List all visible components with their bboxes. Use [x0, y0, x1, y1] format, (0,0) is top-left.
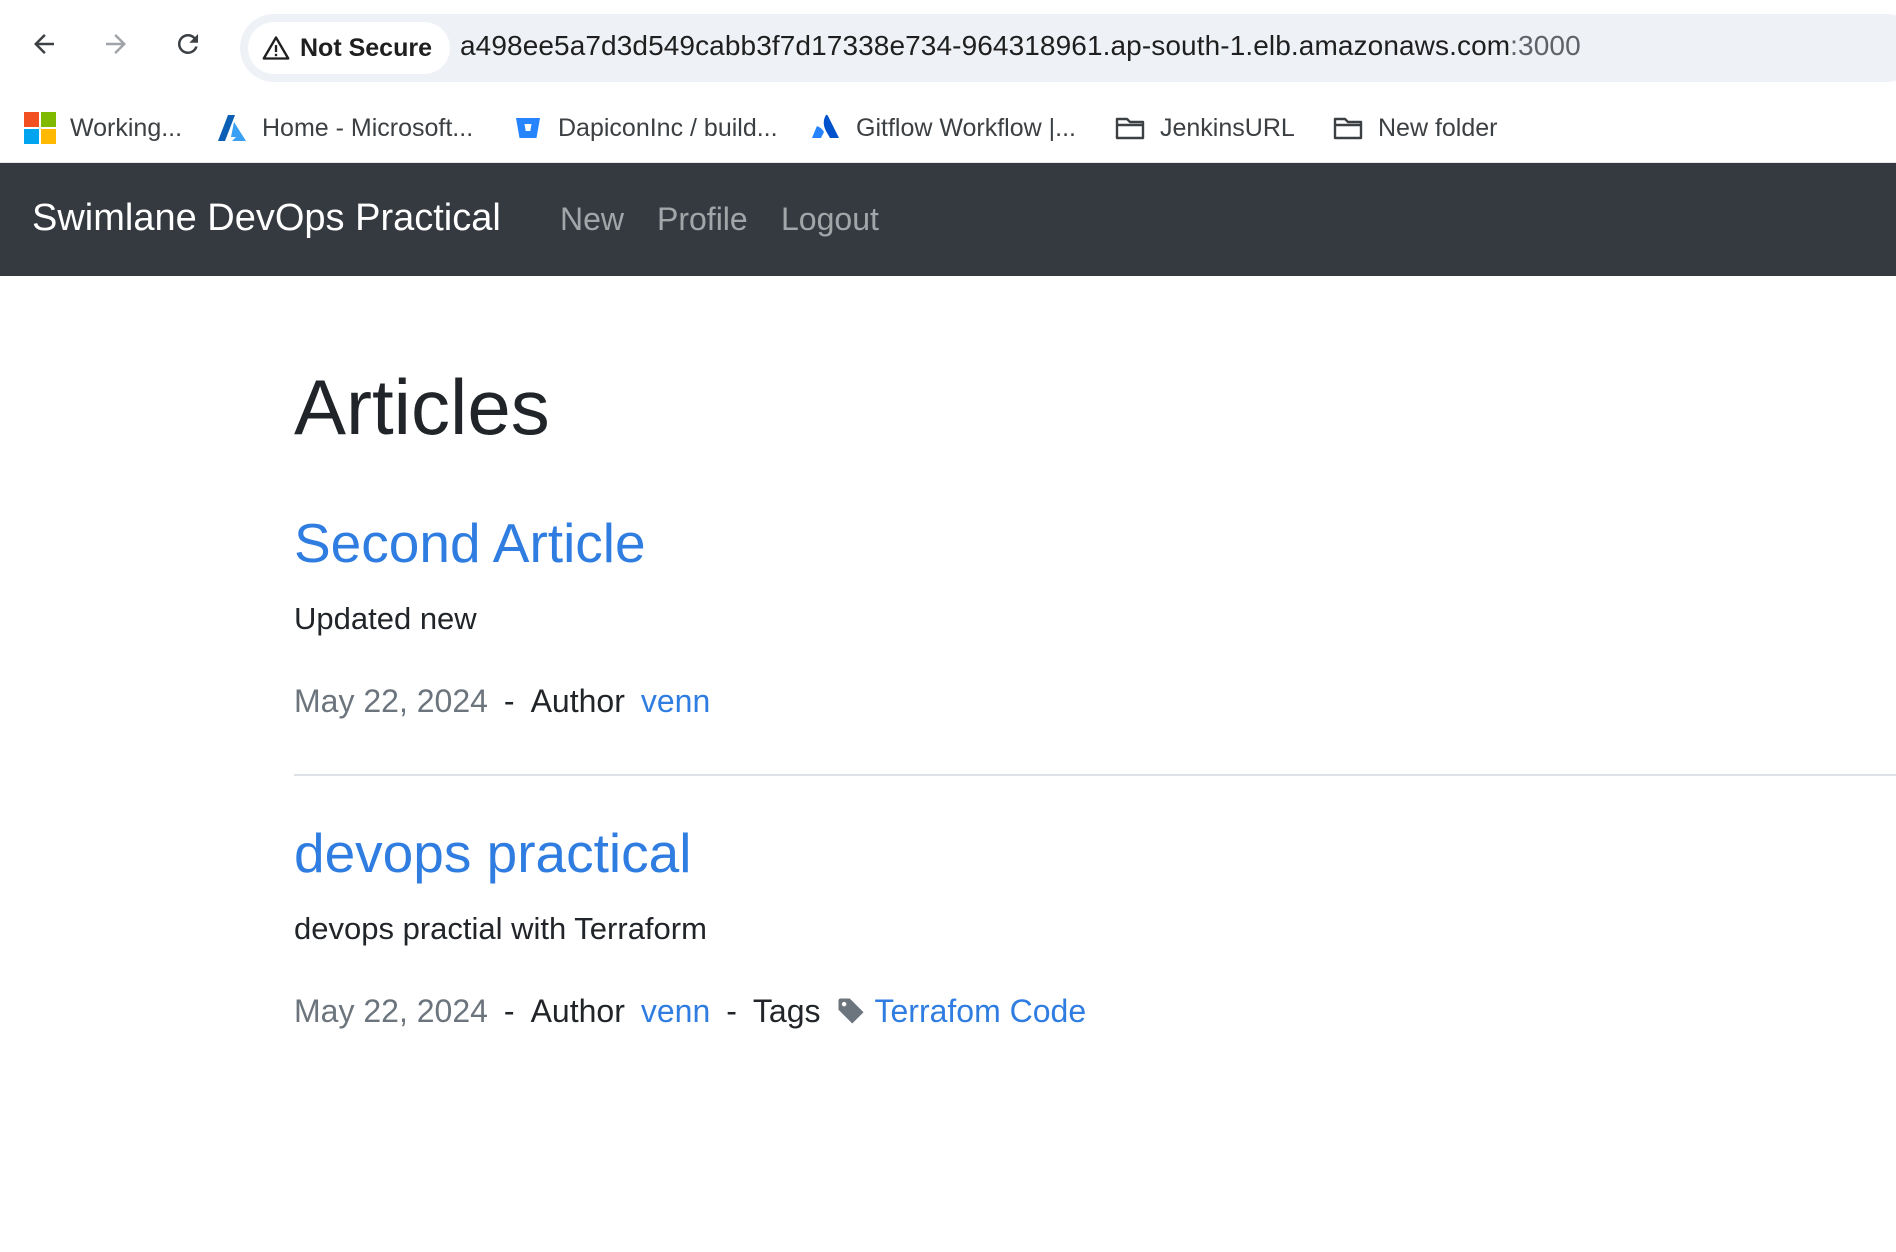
arrow-right-icon — [106, 34, 126, 54]
bookmark-label: Home - Microsoft... — [262, 113, 474, 142]
navbar-brand[interactable]: Swimlane DevOps Practical — [32, 197, 501, 240]
browser-toolbar: Not Secure a498ee5a7d3d549cabb3f7d17338e… — [0, 0, 1896, 96]
reload-icon — [177, 33, 198, 54]
article-title-link[interactable]: Second Article — [294, 516, 646, 571]
meta-separator: - — [503, 682, 515, 719]
warning-icon — [262, 36, 290, 60]
nav-profile-link[interactable]: Profile — [657, 201, 748, 238]
article-date: May 22, 2024 — [294, 992, 488, 1029]
azure-icon — [216, 112, 248, 144]
nav-new-link[interactable]: New — [560, 201, 624, 238]
author-label: Author — [530, 992, 625, 1029]
forward-button[interactable] — [94, 22, 138, 66]
bookmarks-bar: Working... Home - Microsoft... DapiconIn… — [0, 96, 1896, 162]
bookmark-dapiconinc[interactable]: DapiconInc / build... — [512, 106, 778, 150]
bookmark-gitflow[interactable]: Gitflow Workflow |... — [810, 106, 1076, 150]
article-description: Updated new — [294, 601, 477, 636]
security-label: Not Secure — [300, 33, 432, 62]
bookmark-working[interactable]: Working... — [24, 106, 182, 150]
bookmark-microsoft-home[interactable]: Home - Microsoft... — [216, 106, 473, 150]
author-link[interactable]: venn — [641, 683, 710, 720]
back-button[interactable] — [22, 22, 66, 66]
bookmark-label: Gitflow Workflow |... — [856, 113, 1076, 142]
author-label: Author — [530, 682, 625, 719]
tag-link[interactable]: Terrafom Code — [874, 993, 1086, 1030]
folder-icon — [1114, 112, 1146, 144]
article-meta: May 22, 2024 - Author venn — [294, 681, 710, 721]
nav-logout-link[interactable]: Logout — [781, 201, 879, 238]
microsoft-logo-icon — [24, 112, 56, 144]
meta-separator: - — [503, 992, 515, 1029]
security-indicator[interactable]: Not Secure — [248, 22, 450, 74]
article-description: devops practial with Terraform — [294, 911, 707, 946]
main-content: Articles Second Article Updated new May … — [294, 276, 1896, 1252]
atlassian-icon — [810, 112, 842, 144]
bookmark-jenkinsurl[interactable]: JenkinsURL — [1114, 106, 1295, 150]
bookmark-label: Working... — [70, 113, 183, 142]
arrow-left-icon — [34, 34, 54, 54]
tag-icon — [836, 996, 866, 1026]
url-host: a498ee5a7d3d549cabb3f7d17338e734-9643189… — [460, 30, 1511, 61]
article-meta: May 22, 2024 - Author venn - Tags Terraf… — [294, 991, 1086, 1031]
bitbucket-icon — [512, 112, 544, 144]
author-link[interactable]: venn — [641, 993, 710, 1030]
tags-label: Tags — [752, 992, 821, 1029]
bookmark-label: DapiconInc / build... — [558, 113, 778, 142]
article-divider — [294, 774, 1896, 776]
meta-separator: - — [726, 992, 737, 1029]
bookmark-label: New folder — [1378, 113, 1498, 142]
folder-icon — [1332, 112, 1364, 144]
url-text[interactable]: a498ee5a7d3d549cabb3f7d17338e734-9643189… — [460, 30, 1581, 62]
url-port: :3000 — [1510, 30, 1581, 61]
bookmark-label: JenkinsURL — [1160, 113, 1295, 142]
app-navbar: Swimlane DevOps Practical New Profile Lo… — [0, 163, 1896, 276]
bookmark-new-folder[interactable]: New folder — [1332, 106, 1498, 150]
reload-button[interactable] — [166, 22, 210, 66]
address-bar[interactable]: Not Secure a498ee5a7d3d549cabb3f7d17338e… — [240, 14, 1896, 82]
page-title: Articles — [294, 363, 550, 451]
browser-chrome: Not Secure a498ee5a7d3d549cabb3f7d17338e… — [0, 0, 1896, 163]
article-date: May 22, 2024 — [294, 682, 488, 719]
article-title-link[interactable]: devops practical — [294, 826, 691, 881]
